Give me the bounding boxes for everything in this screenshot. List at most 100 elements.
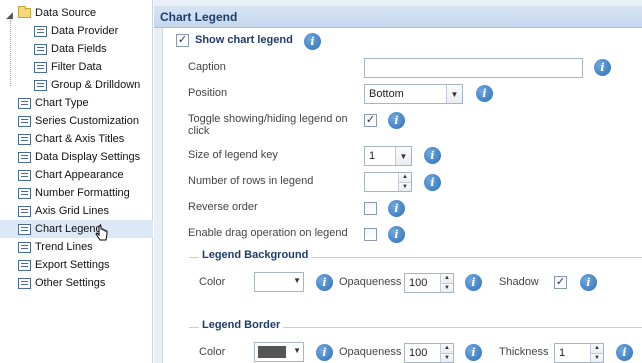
page-icon xyxy=(18,277,31,289)
info-icon[interactable]: i xyxy=(388,112,405,129)
sidebar-item-chart-type[interactable]: Chart Type xyxy=(18,94,89,112)
border-color-picker[interactable]: ▼ xyxy=(254,342,304,362)
legend-background-title: Legend Background xyxy=(199,249,312,261)
page-icon xyxy=(34,43,47,55)
reverse-order-checkbox[interactable] xyxy=(364,202,377,215)
border-opaqueness-stepper[interactable]: 100 ▲ ▼ xyxy=(404,343,454,363)
sidebar-item-chart-legend[interactable]: Chart Legend xyxy=(0,220,153,241)
spin-up-icon[interactable]: ▲ xyxy=(441,274,453,283)
bg-color-label: Color xyxy=(199,276,226,288)
sidebar-item-chart-axis-titles[interactable]: Chart & Axis Titles xyxy=(18,130,124,148)
spin-up-icon[interactable]: ▲ xyxy=(591,344,603,353)
bg-opaqueness-label: Opaqueness xyxy=(339,276,402,288)
sidebar-item-label: Trend Lines xyxy=(35,241,93,253)
bg-color-picker[interactable]: ▼ xyxy=(254,272,304,292)
sidebar-item-label: Data Provider xyxy=(51,25,119,37)
shadow-label: Shadow xyxy=(499,276,539,288)
drag-label: Enable drag operation on legend xyxy=(188,227,348,239)
legend-settings-panel: ✓ Show chart legend i Caption i Position… xyxy=(162,28,642,363)
position-label: Position xyxy=(188,87,228,99)
info-icon[interactable]: i xyxy=(388,200,405,217)
info-icon[interactable]: i xyxy=(424,174,441,191)
spin-down-icon[interactable]: ▼ xyxy=(399,181,411,191)
info-icon[interactable]: i xyxy=(465,344,482,361)
sidebar-item-number-formatting[interactable]: Number Formatting xyxy=(18,184,130,202)
spin-up-icon[interactable]: ▲ xyxy=(441,344,453,353)
sidebar-item-label: Axis Grid Lines xyxy=(35,205,109,217)
main-content: Chart Legend ✓ Show chart legend i Capti… xyxy=(154,0,642,363)
sidebar-item-export-settings[interactable]: Export Settings xyxy=(18,256,110,274)
sidebar-item-axis-grid-lines[interactable]: Axis Grid Lines xyxy=(18,202,109,220)
sidebar-item-label: Chart Appearance xyxy=(35,169,124,181)
spin-down-icon[interactable]: ▼ xyxy=(591,352,603,362)
key-size-value: 1 xyxy=(369,150,376,162)
sidebar-item-filter-data[interactable]: Filter Data xyxy=(34,58,102,76)
position-select-value: Bottom xyxy=(369,88,404,100)
sidebar-item-label: Export Settings xyxy=(35,259,110,271)
sidebar-item-group-drilldown[interactable]: Group & Drilldown xyxy=(34,76,140,94)
sidebar-item-data-display-settings[interactable]: Data Display Settings xyxy=(18,148,140,166)
caption-label: Caption xyxy=(188,61,226,73)
sidebar-item-label: Chart Legend xyxy=(35,223,102,235)
border-opaqueness-label: Opaqueness xyxy=(339,346,402,358)
page-icon xyxy=(18,151,31,163)
reverse-order-label: Reverse order xyxy=(188,201,258,213)
border-color-label: Color xyxy=(199,346,226,358)
spin-up-icon[interactable]: ▲ xyxy=(399,173,411,182)
sidebar-item-trend-lines[interactable]: Trend Lines xyxy=(18,238,93,256)
hand-cursor-icon xyxy=(95,225,108,241)
spin-down-icon[interactable]: ▼ xyxy=(441,352,453,362)
sidebar-item-label: Data Source xyxy=(35,7,97,19)
chevron-down-icon: ▼ xyxy=(293,276,301,285)
page-icon xyxy=(18,187,31,199)
page-icon xyxy=(18,115,31,127)
sidebar-item-label: Data Fields xyxy=(51,43,107,55)
color-swatch xyxy=(258,346,286,358)
info-icon[interactable]: i xyxy=(594,59,611,76)
toggle-legend-checkbox[interactable]: ✓ xyxy=(364,114,377,127)
sidebar-item-data-provider[interactable]: Data Provider xyxy=(34,22,118,40)
position-select[interactable]: Bottom ▼ xyxy=(364,84,463,104)
page-icon xyxy=(18,133,31,145)
chevron-down-icon[interactable]: ▼ xyxy=(395,147,411,165)
tree-connector xyxy=(10,20,11,86)
thickness-value: 1 xyxy=(559,347,566,359)
sidebar-item-data-fields[interactable]: Data Fields xyxy=(34,40,107,58)
show-legend-checkbox[interactable]: ✓ xyxy=(176,34,189,47)
color-swatch xyxy=(258,276,286,288)
chevron-down-icon[interactable]: ▼ xyxy=(446,85,462,103)
page-icon xyxy=(18,205,31,217)
thickness-stepper[interactable]: 1 ▲ ▼ xyxy=(554,343,604,363)
info-icon[interactable]: i xyxy=(424,147,441,164)
sidebar-item-label: Group & Drilldown xyxy=(51,79,141,91)
legend-border-title: Legend Border xyxy=(199,319,284,331)
caption-input[interactable] xyxy=(364,58,583,78)
drag-checkbox[interactable] xyxy=(364,228,377,241)
bg-opaqueness-stepper[interactable]: 100 ▲ ▼ xyxy=(404,273,454,293)
info-icon[interactable]: i xyxy=(304,33,321,50)
bg-opaqueness-value: 100 xyxy=(409,277,428,289)
sidebar-item-label: Series Customization xyxy=(35,115,139,127)
info-icon[interactable]: i xyxy=(476,85,493,102)
shadow-checkbox[interactable]: ✓ xyxy=(554,276,567,289)
spin-down-icon[interactable]: ▼ xyxy=(441,282,453,292)
info-icon[interactable]: i xyxy=(616,344,633,361)
sidebar-item-chart-appearance[interactable]: Chart Appearance xyxy=(18,166,124,184)
key-size-select[interactable]: 1 ▼ xyxy=(364,146,412,166)
thickness-label: Thickness xyxy=(499,346,549,358)
sidebar-item-label: Number Formatting xyxy=(35,187,130,199)
info-icon[interactable]: i xyxy=(465,274,482,291)
sidebar-item-data-source[interactable]: Data Source xyxy=(18,4,96,22)
info-icon[interactable]: i xyxy=(388,226,405,243)
info-icon[interactable]: i xyxy=(316,344,333,361)
page-icon xyxy=(34,79,47,91)
info-icon[interactable]: i xyxy=(316,274,333,291)
rows-stepper[interactable]: ▲ ▼ xyxy=(364,172,412,192)
sidebar-item-other-settings[interactable]: Other Settings xyxy=(18,274,105,292)
sidebar-item-label: Data Display Settings xyxy=(35,151,141,163)
key-size-label: Size of legend key xyxy=(188,149,278,161)
folder-icon xyxy=(18,6,31,18)
sidebar-item-series-customization[interactable]: Series Customization xyxy=(18,112,139,130)
sidebar-item-label: Filter Data xyxy=(51,61,102,73)
info-icon[interactable]: i xyxy=(580,274,597,291)
